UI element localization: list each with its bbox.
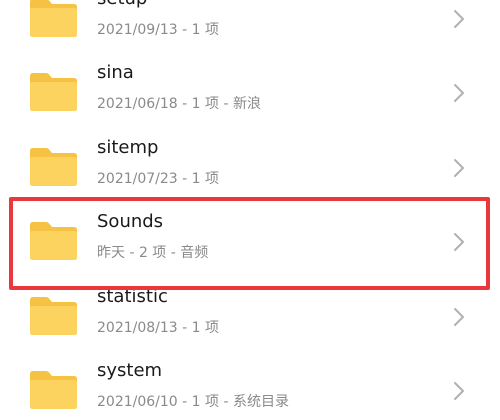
folder-tag: 新浪	[232, 96, 261, 112]
folder-name: system	[97, 360, 163, 381]
folder-date: 2021/06/18	[97, 96, 178, 112]
folder-item-count: 1 项	[191, 320, 220, 336]
folder-name: setup	[97, 0, 147, 10]
folder-name: sitemp	[97, 137, 159, 158]
folder-row[interactable]: system 2021/06/10 - 1 项 - 系统目录	[0, 354, 500, 420]
folder-item-count: 2 项	[138, 245, 167, 261]
folder-date: 2021/09/13	[97, 22, 178, 38]
folder-icon	[28, 72, 78, 112]
folder-icon	[28, 0, 78, 38]
chevron-right-icon	[452, 231, 466, 253]
folder-tag: 音频	[180, 245, 209, 261]
folder-meta: 昨天 - 2 项 - 音频	[97, 245, 209, 261]
folder-meta: 2021/06/10 - 1 项 - 系统目录	[97, 394, 289, 410]
folder-meta: 2021/08/13 - 1 项	[97, 320, 220, 336]
folder-name: sina	[97, 62, 134, 83]
folder-name: Sounds	[97, 211, 164, 232]
chevron-right-icon	[452, 306, 466, 328]
folder-row[interactable]: statistic 2021/08/13 - 1 项	[0, 280, 500, 354]
folder-meta: 2021/09/13 - 1 项	[97, 22, 220, 38]
folder-item-count: 1 项	[191, 96, 220, 112]
file-list: setup 2021/09/13 - 1 项 sina 2021/06/18 - 1 …	[0, 0, 500, 420]
folder-meta: 2021/06/18 - 1 项 - 新浪	[97, 96, 261, 112]
folder-icon	[28, 370, 78, 410]
folder-date: 昨天	[97, 245, 125, 261]
chevron-right-icon	[452, 8, 466, 30]
folder-date: 2021/07/23	[97, 171, 178, 187]
folder-date: 2021/08/13	[97, 320, 178, 336]
folder-row[interactable]: Sounds 昨天 - 2 项 - 音频	[0, 205, 500, 279]
folder-date: 2021/06/10	[97, 394, 178, 410]
folder-item-count: 1 项	[191, 22, 220, 38]
folder-icon	[28, 296, 78, 336]
folder-row[interactable]: setup 2021/09/13 - 1 项	[0, 0, 500, 56]
folder-meta: 2021/07/23 - 1 项	[97, 171, 220, 187]
folder-row[interactable]: sina 2021/06/18 - 1 项 - 新浪	[0, 56, 500, 130]
chevron-right-icon	[452, 380, 466, 402]
folder-item-count: 1 项	[191, 394, 220, 410]
folder-item-count: 1 项	[191, 171, 220, 187]
folder-tag: 系统目录	[232, 394, 289, 410]
folder-icon	[28, 221, 78, 261]
chevron-right-icon	[452, 82, 466, 104]
chevron-right-icon	[452, 157, 466, 179]
folder-icon	[28, 147, 78, 187]
folder-row[interactable]: sitemp 2021/07/23 - 1 项	[0, 131, 500, 205]
folder-name: statistic	[97, 286, 168, 307]
